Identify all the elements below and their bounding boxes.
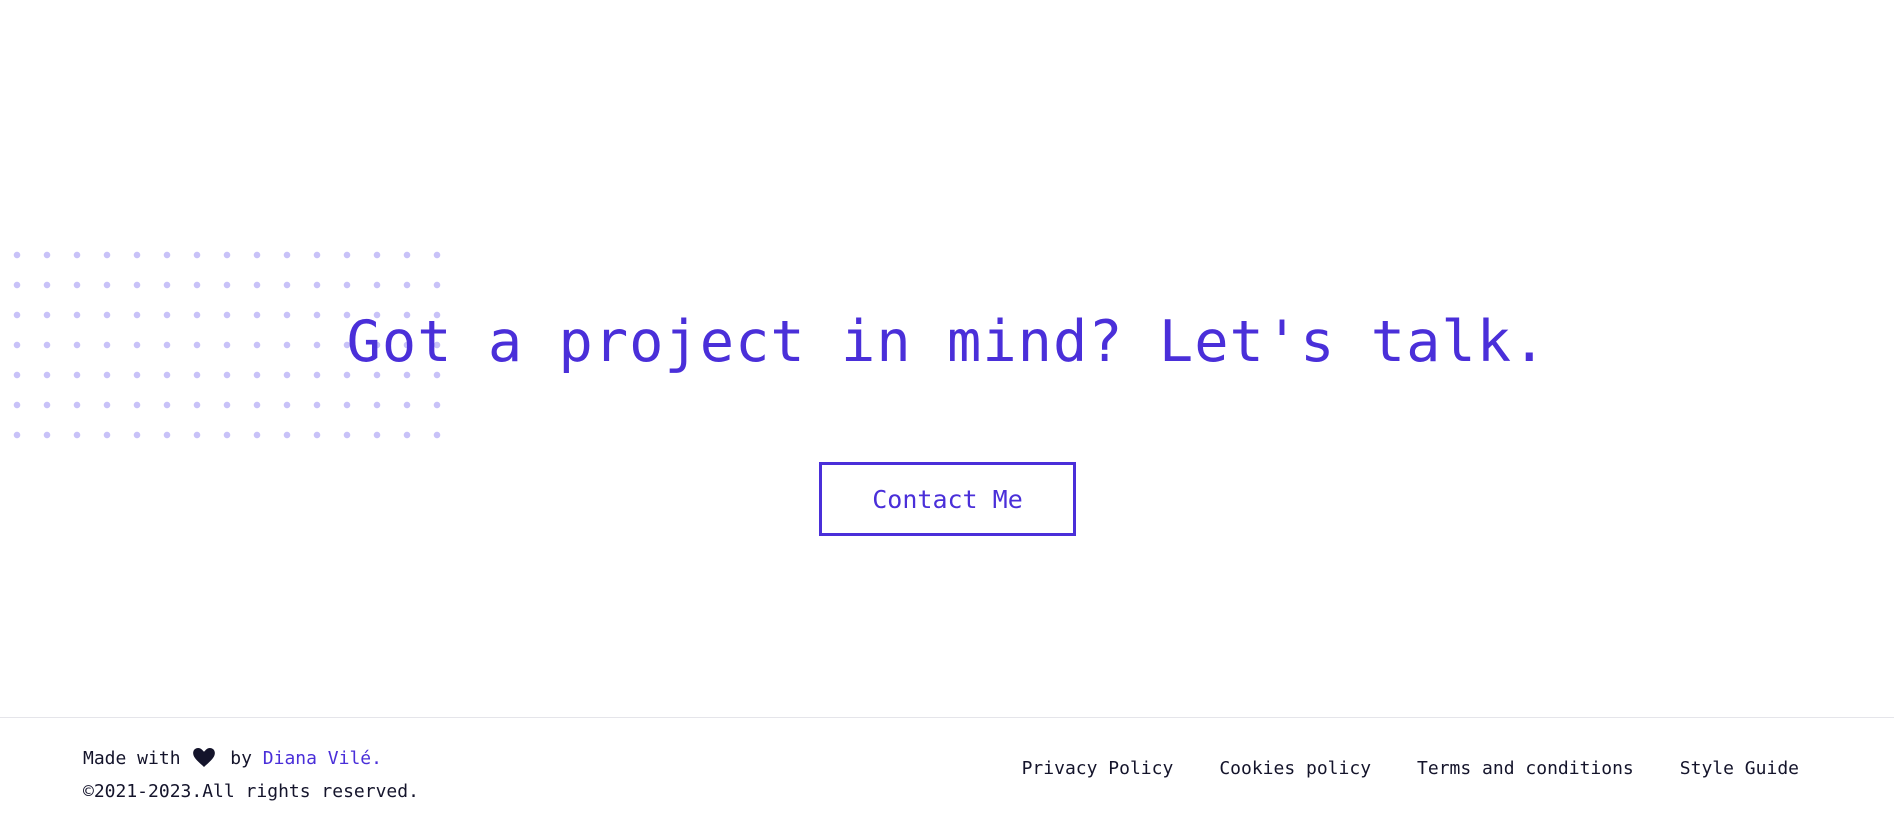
- made-with-text: Made with: [83, 748, 181, 769]
- made-with-line: Made with by Diana Vilé.: [83, 744, 419, 777]
- heart-icon: [193, 747, 216, 777]
- by-text: by: [230, 748, 252, 769]
- cta-section: Got a project in mind? Let's talk. Conta…: [0, 0, 1894, 717]
- cta-headline: Got a project in mind? Let's talk.: [346, 309, 1548, 375]
- copyright-text: ©2021-2023.All rights reserved.: [83, 781, 419, 802]
- style-guide-link[interactable]: Style Guide: [1680, 758, 1799, 779]
- contact-me-button[interactable]: Contact Me: [819, 462, 1076, 536]
- privacy-policy-link[interactable]: Privacy Policy: [1022, 758, 1174, 779]
- footer-nav: Privacy Policy Cookies policy Terms and …: [1022, 758, 1799, 779]
- author-link[interactable]: Diana Vilé.: [263, 748, 382, 769]
- terms-and-conditions-link[interactable]: Terms and conditions: [1417, 758, 1634, 779]
- footer: Made with by Diana Vilé. ©2021-2023.All …: [0, 717, 1894, 822]
- cookies-policy-link[interactable]: Cookies policy: [1219, 758, 1371, 779]
- footer-credits: Made with by Diana Vilé. ©2021-2023.All …: [83, 744, 419, 807]
- page: Got a project in mind? Let's talk. Conta…: [0, 0, 1894, 822]
